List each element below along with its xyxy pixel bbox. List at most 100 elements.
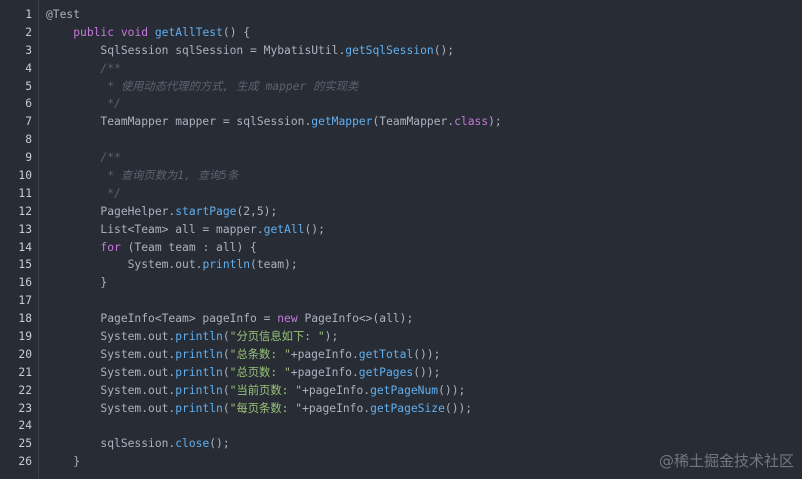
code-token: System.out. <box>46 347 176 361</box>
line-number: 7 <box>25 115 32 129</box>
line-number: 14 <box>18 240 32 254</box>
code-token: @Test <box>46 8 81 21</box>
code-token: getAllTest <box>154 25 223 39</box>
code-token: println <box>175 330 223 344</box>
line-text: public void getAllTest() { <box>46 24 250 42</box>
line-number: 3 <box>25 43 32 57</box>
code-token: println <box>175 347 223 361</box>
line-number: 1 <box>25 8 32 21</box>
code-token: getAll <box>263 222 305 236</box>
line-number: 18 <box>18 312 32 326</box>
line-number: 17 <box>18 294 32 308</box>
code-area[interactable]: 1 @Test 2 public void getAllTest() {3 SqlS… <box>18 0 802 479</box>
watermark: @稀土掘金技术社区 <box>658 452 794 470</box>
code-line: 18 PageInfo<Team> pageInfo = new PageInf… <box>18 310 802 328</box>
code-token: () { <box>222 25 251 39</box>
code-line: 11 */ <box>18 185 802 203</box>
code-token: ( <box>222 401 230 415</box>
code-line: 22 System.out.println("当前页数: "+pageInfo.… <box>18 382 802 400</box>
code-token: +pageInfo. <box>302 383 371 397</box>
code-line: 13 List<Team> all = mapper.getAll(); <box>18 221 802 239</box>
code-token: ()); <box>413 347 441 361</box>
line-number: 5 <box>25 79 32 93</box>
code-token: TeamMapper mapper = sqlSession. <box>46 115 312 129</box>
code-token: (Team team : all) { <box>120 240 257 254</box>
line-text: */ <box>46 185 121 203</box>
line-number: 15 <box>18 258 32 272</box>
line-number: 10 <box>18 169 32 183</box>
line-number: 23 <box>18 401 32 415</box>
code-token: System.out. <box>46 330 176 344</box>
code-line: 15 System.out.println(team); <box>18 256 802 274</box>
line-text: PageHelper.startPage(2,5); <box>46 203 277 221</box>
line-text: System.out.println("总条数: "+pageInfo.getT… <box>46 346 440 364</box>
code-token: class <box>454 115 489 129</box>
code-line: 16 } <box>18 274 802 292</box>
code-token: ()); <box>413 365 441 379</box>
code-token: ()); <box>438 383 466 397</box>
line-number: 19 <box>18 330 32 344</box>
code-editor: 1 @Test 2 public void getAllTest() {3 SqlS… <box>0 0 802 479</box>
code-line: 7 TeamMapper mapper = sqlSession.getMapp… <box>25 113 802 131</box>
code-token: * 查询页数为1, 查询5条 <box>46 169 239 183</box>
code-token: * 使用动态代理的方式, 生成 mapper 的实现类 <box>46 79 359 93</box>
code-token: ); <box>324 330 339 344</box>
code-line: 12 PageHelper.startPage(2,5); <box>18 203 802 221</box>
line-text: */ <box>46 95 121 113</box>
code-line: 8 <box>25 131 802 149</box>
code-token: System.out. <box>46 383 176 397</box>
line-number: 20 <box>18 347 32 361</box>
code-token: /** <box>46 151 121 165</box>
code-token: close <box>175 437 210 451</box>
line-text: TeamMapper mapper = sqlSession.getMapper… <box>46 113 502 131</box>
code-token: (team); <box>250 258 298 272</box>
code-token: "分页信息如下: " <box>229 330 325 344</box>
code-token: "总条数: " <box>229 347 291 361</box>
code-token: ( <box>222 330 230 344</box>
code-token: "当前页数: " <box>229 383 303 397</box>
line-text: sqlSession.close(); <box>46 435 230 453</box>
code-token: (); <box>209 437 230 451</box>
code-token: } <box>46 455 81 469</box>
line-number: 2 <box>25 25 32 39</box>
code-token: new <box>277 312 298 326</box>
line-number: 16 <box>18 276 32 290</box>
line-number: 21 <box>18 365 32 379</box>
code-lines: 1 @Test 2 public void getAllTest() {3 SqlS… <box>18 6 802 471</box>
line-text: * 使用动态代理的方式, 生成 mapper 的实现类 <box>46 78 358 96</box>
code-line: 24 <box>18 417 802 435</box>
code-token: (); <box>433 43 455 57</box>
line-number: 11 <box>18 186 32 200</box>
line-number: 22 <box>18 383 32 397</box>
line-text: @Test <box>46 6 80 24</box>
line-text: System.out.println("当前页数: "+pageInfo.get… <box>46 382 465 400</box>
code-token: public <box>73 25 115 39</box>
code-line: 6 */ <box>25 95 802 113</box>
code-line: 21 System.out.println("总页数: "+pageInfo.g… <box>18 364 802 382</box>
line-text: PageInfo<Team> pageInfo = new PageInfo<>… <box>46 310 413 328</box>
code-line: 9 /** <box>25 149 802 167</box>
line-text: /** <box>46 60 120 78</box>
code-token: println <box>175 383 223 397</box>
code-token: println <box>175 365 223 379</box>
line-text: * 查询页数为1, 查询5条 <box>46 167 238 185</box>
code-line: 20 System.out.println("总条数: "+pageInfo.g… <box>18 346 802 364</box>
line-text: System.out.println("分页信息如下: "); <box>46 328 338 346</box>
code-token: ( <box>222 383 230 397</box>
code-token: System.out. <box>46 401 176 415</box>
code-token: System.out. <box>46 258 203 272</box>
code-token: sqlSession. <box>46 437 176 451</box>
line-text: System.out.println(team); <box>46 256 298 274</box>
code-token: PageInfo<>(all); <box>297 312 414 326</box>
code-token: List<Team> all = mapper. <box>46 222 264 236</box>
code-token: ); <box>488 115 502 129</box>
code-line: 10 * 查询页数为1, 查询5条 <box>18 167 802 185</box>
code-token: +pageInfo. <box>290 347 359 361</box>
code-token: "每页条数: " <box>229 401 303 415</box>
line-number: 25 <box>18 437 32 451</box>
code-token: getPages <box>358 365 414 379</box>
